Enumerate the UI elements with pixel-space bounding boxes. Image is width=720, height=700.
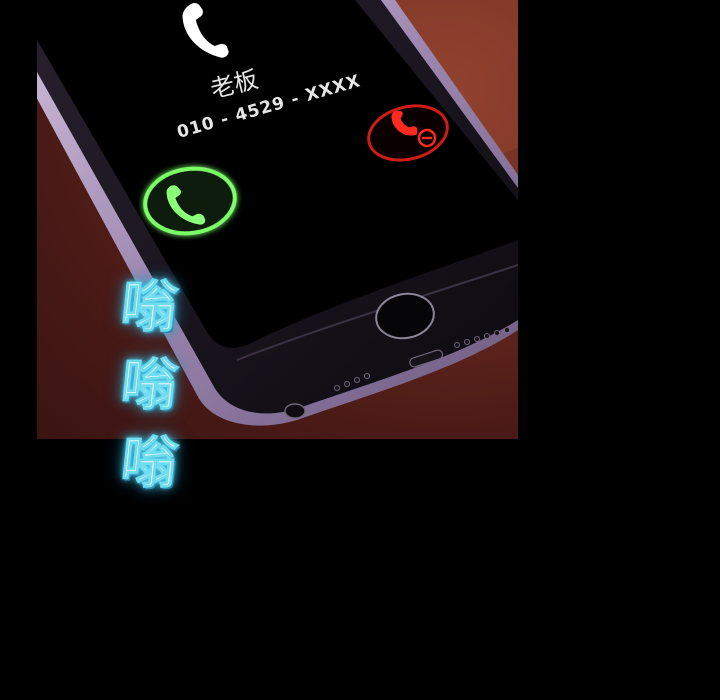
accept-call-button[interactable] (132, 161, 248, 241)
buzz-sound-effect-1: 嗡 (117, 275, 181, 341)
phone-illustration: 老板 010 - 4529 - XXXX (37, 0, 518, 426)
headphone-jack (284, 403, 306, 419)
buzz-sound-effect-2: 嗡 (117, 353, 181, 419)
buzz-sound-effect-3: 嗡 (117, 431, 181, 497)
comic-panel: 老板 010 - 4529 - XXXX (37, 0, 518, 439)
